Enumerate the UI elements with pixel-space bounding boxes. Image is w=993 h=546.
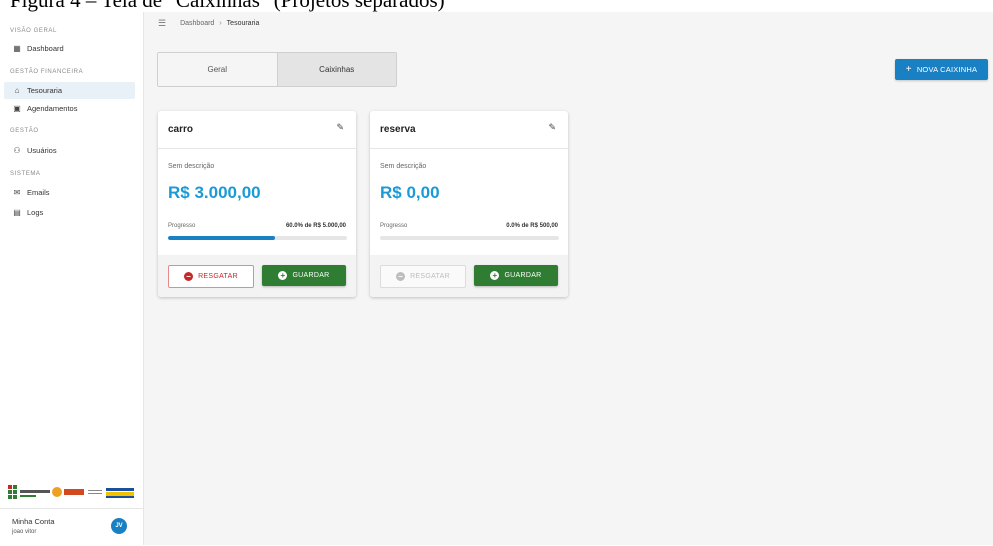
sidebar-item-label: Emails [27,188,50,197]
guardar-label: GUARDAR [504,272,542,279]
card-amount: R$ 3.000,00 [168,183,261,202]
section-title-sistema: SISTEMA [10,171,41,177]
sidebar-item-label: Logs [27,208,44,217]
new-caixinha-label: NOVA CAIXINHA [916,65,978,74]
guardar-button[interactable]: + GUARDAR [262,265,346,286]
sidebar-item-tesouraria[interactable]: ⌂ Tesouraria [4,82,135,99]
account-panel[interactable]: Minha Conta joao vitor JV [0,508,143,546]
tab-caixinhas[interactable]: Caixinhas [276,53,396,86]
view-tabs: Geral Caixinhas [157,52,397,87]
account-label: Minha Conta [12,517,55,526]
caption-prefix: Figura 4 – [10,0,102,12]
resgatar-button[interactable]: − RESGATAR [380,265,466,288]
figure-caption: Figura 4 – Tela de "Caixinhas" (Projetos… [0,0,993,12]
tab-geral[interactable]: Geral [158,53,277,86]
sidebar-item-label: Agendamentos [27,104,78,113]
resgatar-label: RESGATAR [410,273,450,280]
section-title-gestao-financeira: GESTÃO FINANCEIRA [10,69,84,75]
section-title-gestao: GESTÃO [10,128,39,134]
resgatar-button[interactable]: − RESGATAR [168,265,254,288]
caption-text: Tela de "Caixinhas" (Projetos separados) [101,0,445,12]
sidebar-item-dashboard[interactable]: ▦ Dashboard [4,40,135,57]
mail-icon: ✉ [13,188,21,197]
edit-icon[interactable]: ✎ [548,122,556,133]
dashboard-icon: ▦ [13,44,21,53]
caixinha-card-carro: carro ✎ Sem descrição R$ 3.000,00 Progre… [158,111,356,297]
progress-bar-fill [168,236,276,240]
sidebar-item-label: Usuários [27,146,57,155]
progress-label: Progresso [380,223,408,229]
progress-value: 0.0% de R$ 500,00 [506,223,558,229]
progress-bar [380,236,559,240]
resgatar-label: RESGATAR [198,273,238,280]
caixinha-card-reserva: reserva ✎ Sem descrição R$ 0,00 Progress… [370,111,568,297]
minus-circle-icon: − [184,272,194,281]
guardar-label: GUARDAR [292,272,330,279]
breadcrumb-separator: › [219,19,222,27]
document-icon: ▤ [13,208,21,217]
partner-logos [8,484,136,502]
main-content: ☰ Dashboard › Tesouraria Geral Caixinhas… [144,12,993,545]
progress-value: 60.0% de R$ 5.000,00 [285,223,346,229]
card-header: carro ✎ [158,111,356,149]
account-username: joao vitor [12,529,37,535]
sidebar-item-logs[interactable]: ▤ Logs [4,204,135,221]
breadcrumb: ☰ Dashboard › Tesouraria [158,17,259,29]
plus-circle-icon: + [278,271,288,280]
sidebar-item-usuarios[interactable]: ⚇ Usuários [4,142,135,159]
users-icon: ⚇ [13,146,21,155]
card-amount: R$ 0,00 [380,183,440,202]
new-caixinha-button[interactable]: + NOVA CAIXINHA [895,59,988,80]
card-title: reserva [380,124,416,135]
card-actions: − RESGATAR + GUARDAR [158,255,356,297]
breadcrumb-current: Tesouraria [226,19,260,27]
card-description: Sem descrição [168,163,215,170]
sidebar-item-label: Dashboard [27,44,64,53]
section-title-visao-geral: VISÃO GERAL [10,28,57,34]
bank-icon: ⌂ [14,86,20,95]
card-description: Sem descrição [380,163,427,170]
plus-circle-icon: + [490,271,500,280]
guardar-button[interactable]: + GUARDAR [474,265,558,286]
sidebar-item-label: Tesouraria [27,86,63,95]
menu-collapse-icon[interactable]: ☰ [158,18,166,29]
plus-icon: + [905,64,912,75]
edit-icon[interactable]: ✎ [336,122,344,133]
progress-bar [168,236,347,240]
card-title: carro [168,124,194,135]
sidebar-item-emails[interactable]: ✉ Emails [4,184,135,201]
minus-circle-icon: − [396,272,406,281]
progress-label: Progresso [168,223,196,229]
avatar[interactable]: JV [111,518,127,534]
sidebar-item-agendamentos[interactable]: ▣ Agendamentos [4,100,135,117]
calendar-icon: ▣ [13,104,21,113]
partner-logos-image [8,485,134,499]
breadcrumb-root[interactable]: Dashboard [180,20,214,27]
sidebar: VISÃO GERAL ▦ Dashboard GESTÃO FINANCEIR… [0,12,144,545]
card-actions: − RESGATAR + GUARDAR [370,255,568,297]
card-header: reserva ✎ [370,111,568,149]
